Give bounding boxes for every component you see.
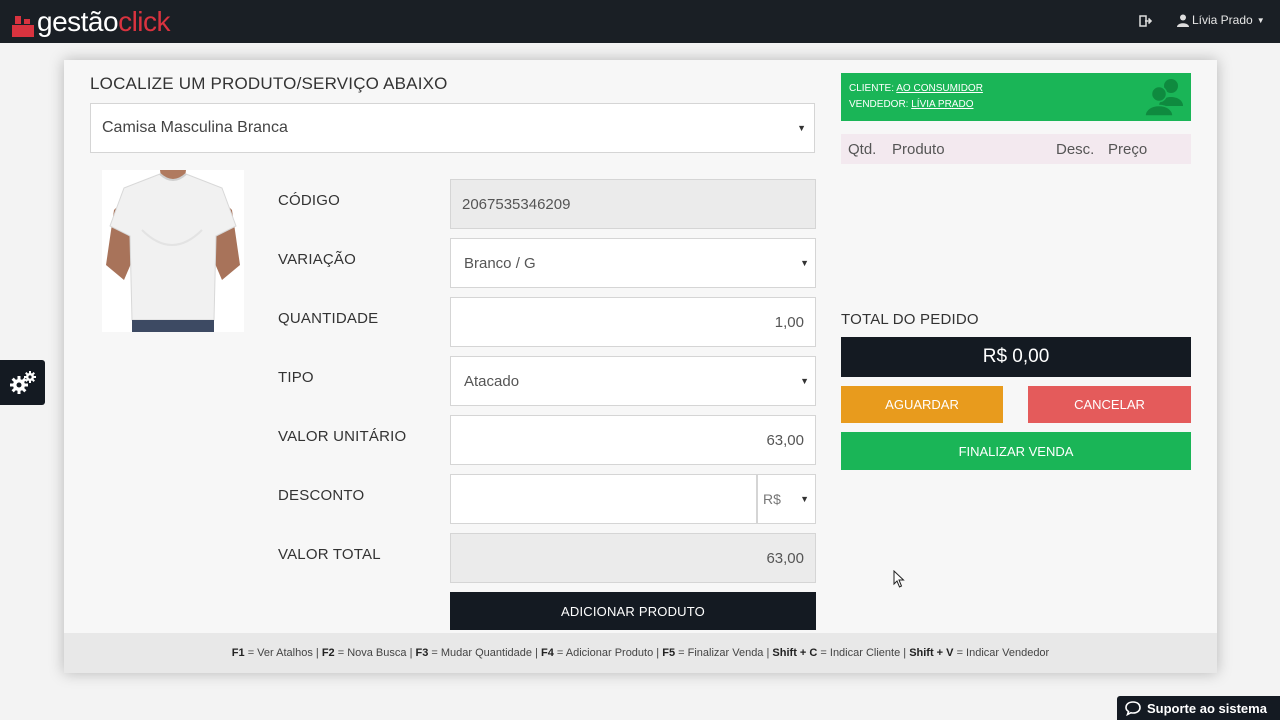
logo-icon xyxy=(12,15,34,37)
shortcut-item: Shift + C = Indicar Cliente xyxy=(772,647,901,659)
type-select[interactable]: Atacado ▼ xyxy=(450,356,816,406)
code-field[interactable]: 2067535346209 xyxy=(450,179,816,229)
column-discount: Desc. xyxy=(1056,141,1095,158)
product-search-select[interactable]: Camisa Masculina Branca ▼ xyxy=(90,103,815,153)
chat-bubble-icon xyxy=(1125,701,1141,716)
chevron-down-icon: ▼ xyxy=(1256,15,1265,25)
column-product: Produto xyxy=(892,141,945,158)
total-value-field[interactable]: 63,00 xyxy=(450,533,816,583)
product-image xyxy=(102,170,244,332)
client-seller-box: CLIENTE: AO CONSUMIDOR VENDEDOR: LÍVIA P… xyxy=(841,73,1191,121)
type-value: Atacado xyxy=(464,372,520,390)
variation-value: Branco / G xyxy=(464,254,536,272)
client-prefix: CLIENTE: xyxy=(849,83,895,94)
brand-logo[interactable]: gestãoclick xyxy=(12,5,171,37)
shortcut-item: Shift + V = Indicar Vendedor xyxy=(909,647,1050,659)
type-label: TIPO xyxy=(278,369,314,386)
finish-sale-button[interactable]: FINALIZAR VENDA xyxy=(841,432,1191,470)
quantity-label: QUANTIDADE xyxy=(278,310,379,327)
sign-out-icon[interactable] xyxy=(1139,13,1153,29)
product-search-value: Camisa Masculina Branca xyxy=(102,119,288,136)
shortcut-item: F5 = Finalizar Venda xyxy=(662,647,764,659)
chevron-down-icon: ▼ xyxy=(800,258,809,268)
settings-gear-button[interactable] xyxy=(0,360,45,405)
column-qty: Qtd. xyxy=(848,141,877,158)
chevron-down-icon: ▼ xyxy=(797,123,806,133)
client-link[interactable]: AO CONSUMIDOR xyxy=(896,83,983,94)
total-value-label: VALOR TOTAL xyxy=(278,546,381,563)
cart-table-header: Qtd. Produto Desc. Preço xyxy=(841,134,1191,164)
brand-name-part2: click xyxy=(118,6,171,37)
wait-button[interactable]: AGUARDAR xyxy=(841,386,1003,423)
discount-label: DESCONTO xyxy=(278,487,365,504)
support-label: Suporte ao sistema xyxy=(1147,700,1267,716)
shortcut-item: F2 = Nova Busca xyxy=(321,647,407,659)
user-name: Lívia Prado xyxy=(1192,13,1253,27)
chevron-down-icon: ▼ xyxy=(800,376,809,386)
seller-link[interactable]: LÍVIA PRADO xyxy=(911,99,973,110)
column-price: Preço xyxy=(1108,141,1148,158)
quantity-input[interactable]: 1,00 xyxy=(450,297,816,347)
shortcuts-bar: F1 = Ver Atalhos | F2 = Nova Busca | F3 … xyxy=(64,633,1217,673)
discount-unit-value: R$ xyxy=(763,491,781,507)
discount-input[interactable] xyxy=(450,474,757,524)
unit-value: 63,00 xyxy=(766,431,804,449)
top-navbar: gestãoclick Lívia Prado ▼ xyxy=(0,0,1280,43)
variation-select[interactable]: Branco / G ▼ xyxy=(450,238,816,288)
code-label: CÓDIGO xyxy=(278,192,341,209)
quantity-value: 1,00 xyxy=(774,313,804,331)
cancel-button[interactable]: CANCELAR xyxy=(1028,386,1191,423)
user-icon xyxy=(1177,14,1189,27)
unit-value-label: VALOR UNITÁRIO xyxy=(278,428,407,445)
search-title: LOCALIZE UM PRODUTO/SERVIÇO ABAIXO xyxy=(90,74,448,93)
pdv-card: LOCALIZE UM PRODUTO/SERVIÇO ABAIXO Camis… xyxy=(64,60,1217,673)
brand-name-part1: gestão xyxy=(37,6,119,37)
code-value: 2067535346209 xyxy=(462,195,571,213)
user-menu[interactable]: Lívia Prado ▼ xyxy=(1177,13,1265,27)
add-product-button[interactable]: ADICIONAR PRODUTO xyxy=(450,592,816,630)
chevron-down-icon: ▼ xyxy=(800,494,809,504)
total-value: 63,00 xyxy=(766,549,804,567)
discount-unit-select[interactable]: R$ ▼ xyxy=(757,474,816,524)
gears-icon xyxy=(9,370,36,394)
seller-prefix: VENDEDOR: xyxy=(849,99,909,110)
shortcut-item: F3 = Mudar Quantidade xyxy=(415,647,533,659)
users-icon xyxy=(1144,79,1183,117)
unit-value-input[interactable]: 63,00 xyxy=(450,415,816,465)
variation-label: VARIAÇÃO xyxy=(278,251,357,268)
order-total-label: TOTAL DO PEDIDO xyxy=(841,311,979,328)
shortcut-item: F1 = Ver Atalhos xyxy=(231,647,313,659)
mouse-cursor-icon xyxy=(893,570,905,588)
shortcut-item: F4 = Adicionar Produto xyxy=(541,647,654,659)
support-chat-button[interactable]: Suporte ao sistema xyxy=(1117,696,1280,720)
order-total-value: R$ 0,00 xyxy=(841,337,1191,377)
